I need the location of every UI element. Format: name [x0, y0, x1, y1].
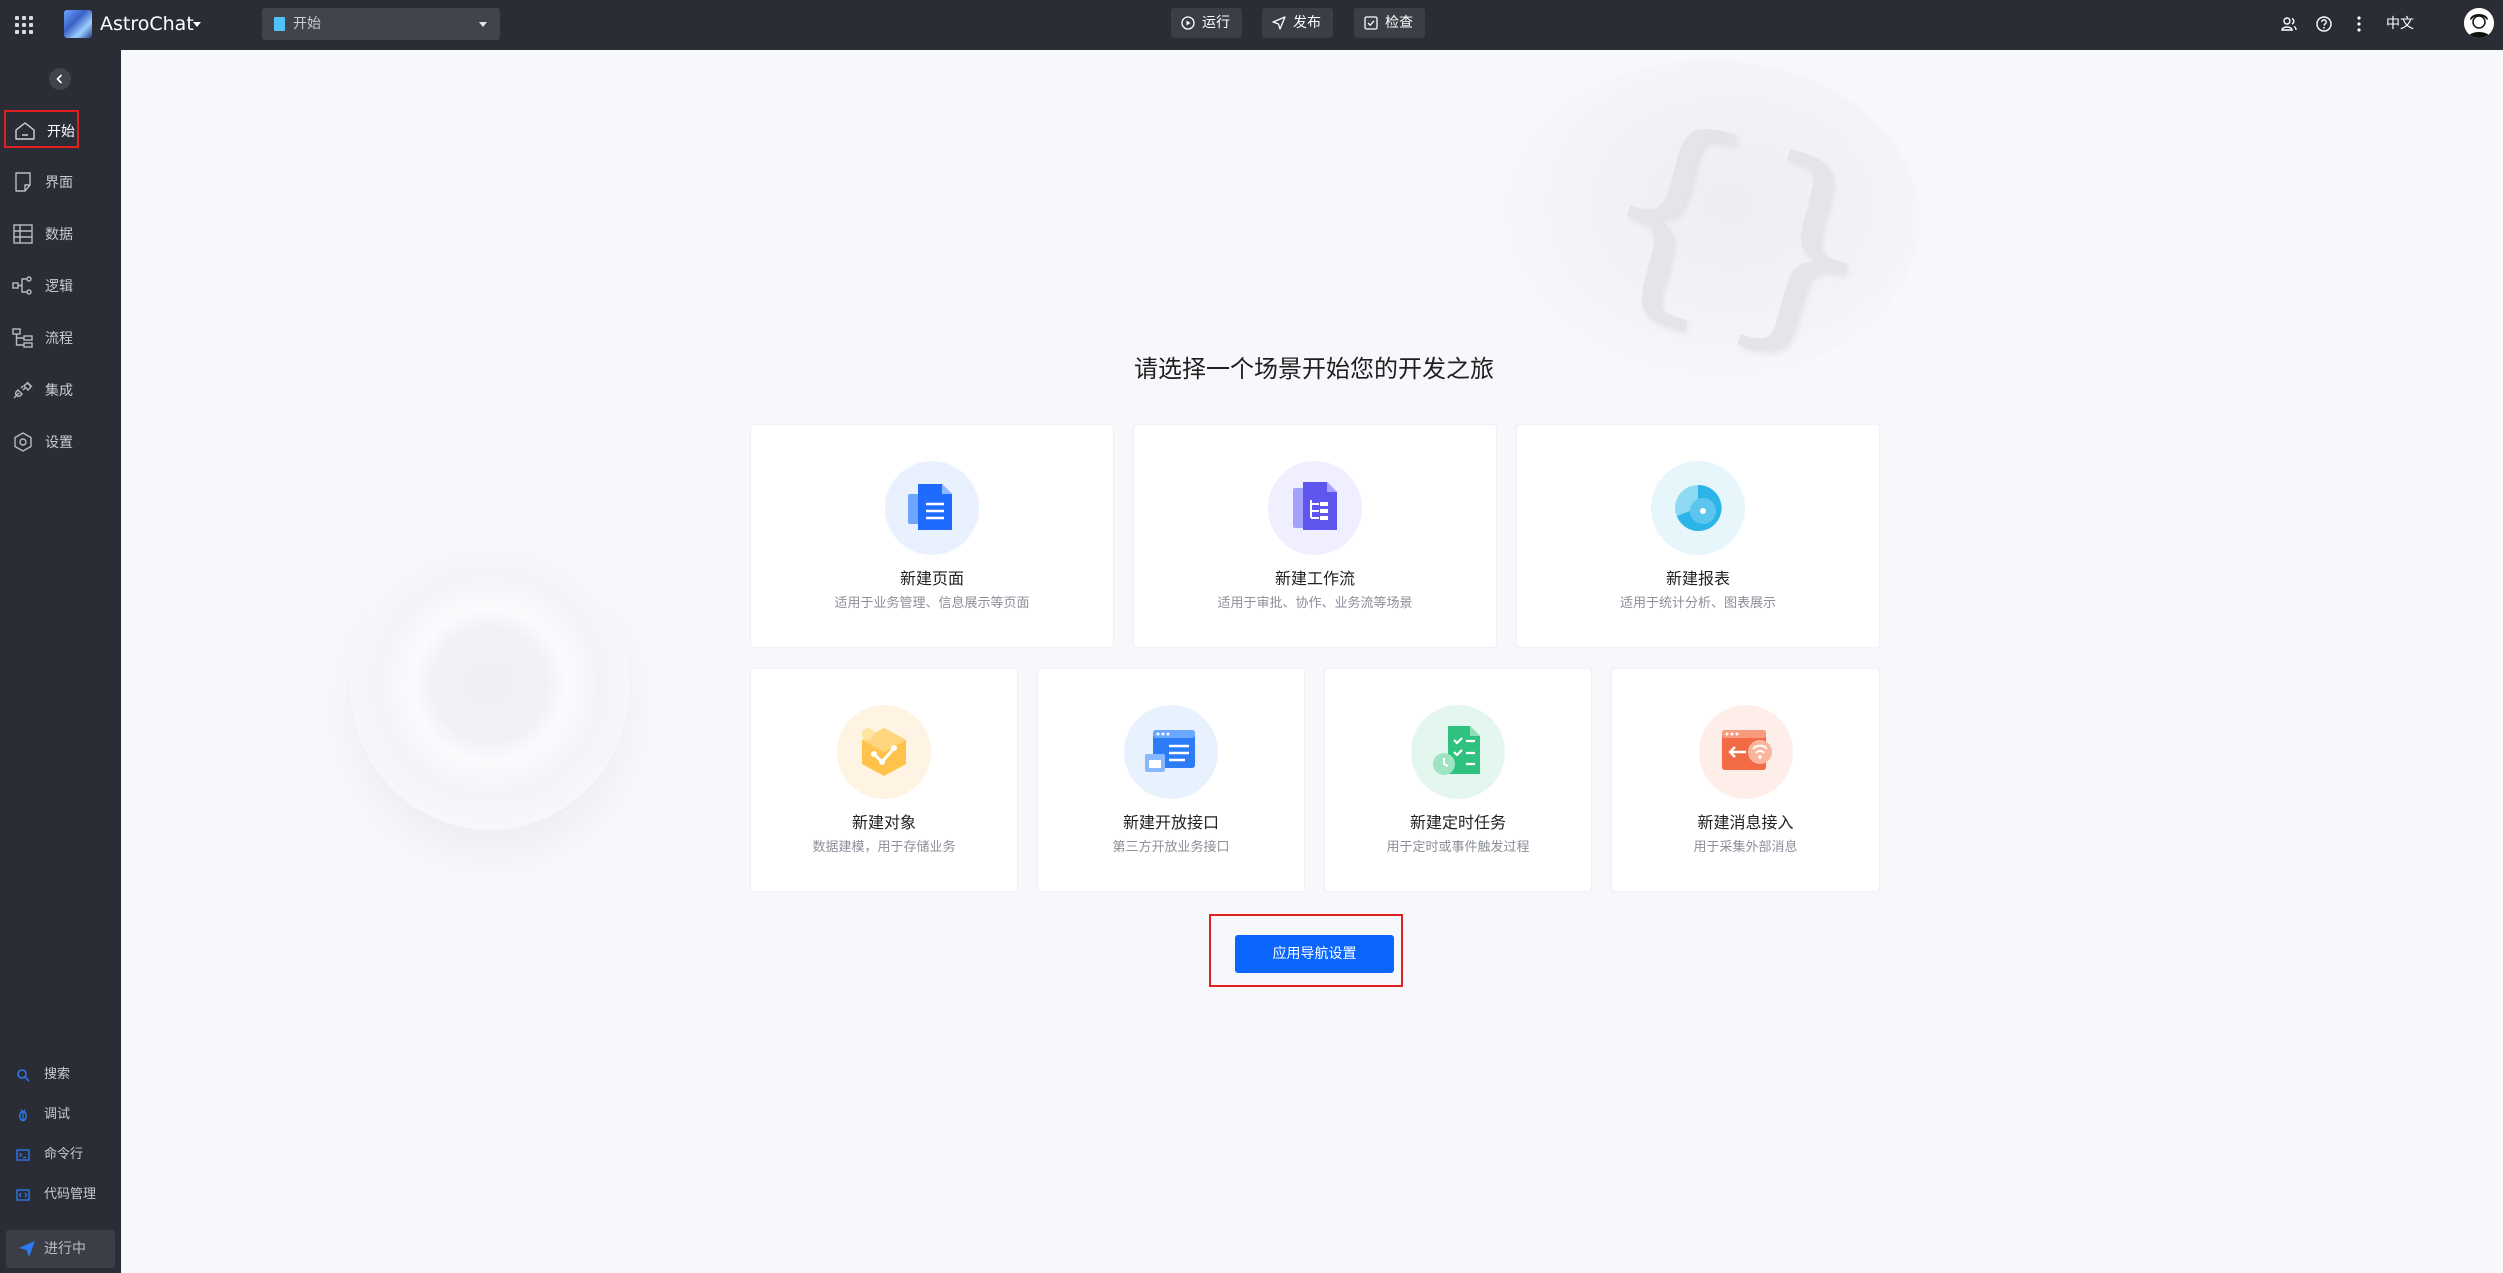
card-icon-bg: [1268, 461, 1362, 555]
app-logo: [64, 10, 92, 38]
code-icon: [16, 1189, 30, 1201]
sidebar-item-start[interactable]: 开始: [4, 110, 79, 148]
table-icon: [13, 224, 33, 244]
sidebar-item-label: 流程: [45, 331, 73, 347]
card-title: 新建报表: [1665, 569, 1730, 588]
sidebar-tool-search[interactable]: 搜索: [10, 1062, 110, 1088]
play-circle-icon: [1181, 16, 1195, 30]
chevron-down-icon: [479, 22, 487, 27]
users-icon[interactable]: [2279, 14, 2299, 34]
collapse-sidebar-button[interactable]: [49, 68, 71, 90]
card-description: 用于定时或事件触发过程: [1386, 840, 1530, 855]
sidebar: 开始 界面 数据 逻辑 流程 集成 设置 搜索 调试 命令行 代码管理 进行中: [0, 50, 121, 1273]
sidebar-item-label: 界面: [45, 175, 73, 191]
sidebar-tool-label: 命令行: [44, 1147, 84, 1162]
workflow-doc-icon: [1293, 482, 1337, 530]
card-new-workflow[interactable]: 新建工作流 适用于审批、协作、业务流等场景: [1134, 425, 1496, 647]
sidebar-item-label: 数据: [45, 227, 73, 243]
terminal-icon: [16, 1149, 30, 1161]
card-description: 用于采集外部消息: [1693, 840, 1798, 855]
sidebar-tool-label: 搜索: [44, 1067, 71, 1082]
settings-icon: [14, 432, 32, 452]
app-grid-icon[interactable]: [14, 15, 34, 35]
card-title: 新建页面: [899, 569, 964, 588]
logic-icon: [12, 276, 32, 295]
chevron-left-icon: [56, 74, 63, 84]
sidebar-item-flow[interactable]: 流程: [4, 319, 79, 357]
checkbox-icon: [1364, 16, 1378, 30]
help-icon[interactable]: [2314, 14, 2334, 34]
sidebar-item-label: 设置: [45, 435, 73, 451]
card-title: 新建定时任务: [1409, 813, 1506, 832]
card-description: 数据建模，用于存储业务: [812, 840, 956, 855]
sidebar-tool-code[interactable]: 代码管理: [10, 1182, 110, 1208]
chevron-down-icon[interactable]: [193, 22, 201, 27]
sidebar-item-data[interactable]: 数据: [4, 215, 79, 253]
card-icon-bg: [1411, 705, 1505, 799]
card-description: 适用于统计分析、图表展示: [1619, 596, 1776, 611]
scheduled-task-icon: [1433, 726, 1480, 775]
sidebar-item-logic[interactable]: 逻辑: [4, 267, 79, 305]
card-icon-bg: [885, 461, 979, 555]
sidebar-tool-label: 调试: [44, 1107, 71, 1122]
decorative-braces-glyph: {}: [1571, 70, 1909, 390]
send-icon: [19, 1241, 35, 1257]
sidebar-item-label: 逻辑: [45, 279, 73, 295]
card-title: 新建工作流: [1274, 569, 1355, 588]
running-status-button[interactable]: 进行中: [6, 1230, 115, 1268]
page-file-icon: [274, 17, 285, 31]
check-button-label: 检查: [1385, 15, 1413, 31]
language-switch[interactable]: 中文: [2386, 15, 2414, 33]
publish-button[interactable]: 发布: [1262, 8, 1333, 38]
app-navigation-settings-button[interactable]: 应用导航设置: [1235, 935, 1394, 973]
avatar[interactable]: [2464, 8, 2494, 38]
run-button-label: 运行: [1202, 15, 1230, 31]
card-new-page[interactable]: 新建页面 适用于业务管理、信息展示等页面: [751, 425, 1113, 647]
card-new-object[interactable]: 新建对象 数据建模，用于存储业务: [751, 669, 1017, 891]
sidebar-tool-label: 代码管理: [44, 1187, 97, 1202]
page-title: 请选择一个场景开始您的开发之旅: [1134, 355, 1494, 383]
card-new-report[interactable]: 新建报表 适用于统计分析、图表展示: [1517, 425, 1879, 647]
api-window-icon: [1145, 730, 1195, 772]
card-description: 适用于业务管理、信息展示等页面: [834, 596, 1030, 611]
running-status-label: 进行中: [44, 1241, 86, 1257]
sidebar-tool-terminal[interactable]: 命令行: [10, 1142, 110, 1168]
check-button[interactable]: 检查: [1354, 8, 1425, 38]
debug-icon: [19, 1109, 27, 1122]
page-icon: [15, 172, 31, 192]
card-new-message-inbound[interactable]: 新建消息接入 用于采集外部消息: [1612, 669, 1879, 891]
card-description: 第三方开放业务接口: [1112, 840, 1230, 855]
sidebar-item-interface[interactable]: 界面: [4, 163, 79, 201]
send-icon: [1272, 16, 1286, 30]
card-new-open-api[interactable]: 新建开放接口 第三方开放业务接口: [1038, 669, 1304, 891]
home-icon: [15, 122, 35, 140]
user-avatar-icon: [2464, 8, 2494, 38]
sidebar-item-label: 开始: [47, 124, 75, 140]
run-button[interactable]: 运行: [1171, 8, 1242, 38]
search-icon: [17, 1069, 30, 1082]
decorative-ring-background: [350, 540, 630, 830]
page-doc-icon: [908, 484, 952, 530]
pie-chart-icon: [1675, 484, 1722, 531]
more-vertical-icon[interactable]: [2349, 14, 2369, 34]
sidebar-tool-debug[interactable]: 调试: [10, 1102, 110, 1128]
top-bar: AstroChat 开始 运行 发布 检查 中文: [0, 0, 2503, 50]
card-title: 新建开放接口: [1122, 813, 1219, 832]
card-title: 新建消息接入: [1697, 813, 1794, 832]
sidebar-item-settings[interactable]: 设置: [4, 423, 79, 461]
app-name[interactable]: AstroChat: [100, 12, 194, 36]
data-object-icon: [862, 728, 906, 776]
card-icon-bg: [1651, 461, 1745, 555]
card-description: 适用于审批、协作、业务流等场景: [1217, 596, 1413, 611]
page-selector[interactable]: 开始: [262, 8, 500, 40]
card-new-scheduled-task[interactable]: 新建定时任务 用于定时或事件触发过程: [1325, 669, 1591, 891]
card-icon-bg: [1698, 705, 1793, 799]
page-selector-value: 开始: [293, 16, 321, 32]
card-icon-bg: [1124, 705, 1218, 799]
card-icon-bg: [837, 705, 931, 799]
message-inbound-icon: [1721, 730, 1772, 770]
card-title: 新建对象: [851, 813, 916, 832]
publish-button-label: 发布: [1293, 15, 1321, 31]
flow-icon: [12, 328, 33, 348]
